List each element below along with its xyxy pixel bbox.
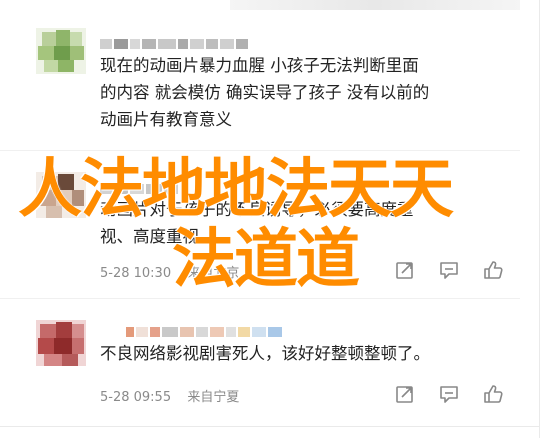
comment-icon[interactable] [438,259,460,281]
divider [0,298,520,299]
share-icon[interactable] [394,259,416,281]
username-blurred[interactable] [100,33,250,49]
comment-line: 的内容 就会模仿 确实误导了孩子 没有以前的 [100,83,430,102]
thumbs-up-icon[interactable] [482,383,504,405]
right-border [539,0,540,438]
avatar[interactable] [36,28,86,74]
comment-location: 来自宁夏 [187,390,240,405]
top-blur [230,0,520,10]
share-icon[interactable] [394,383,416,405]
username-blurred[interactable] [126,321,284,337]
thumbs-up-icon[interactable] [482,259,504,281]
divider [0,150,520,151]
comment-date: 5-28 09:55 [100,390,172,405]
comment-icon[interactable] [438,383,460,405]
comment-text: 不良网络影视剧害死人，该好好整顿整顿了。 [100,340,520,367]
comment-date: 5-28 10:30 [100,266,172,281]
avatar[interactable] [36,320,86,366]
bottom-border [0,426,540,427]
comment-meta: 5-28 09:55 来自宁夏 [100,386,239,405]
comment-text: 现在的动画片暴力血腥 小孩子无法判断里面 的内容 就会模仿 确实误导了孩子 没有… [100,52,520,133]
comment-line: 动画片有教育意义 [100,110,232,129]
watermark-overlay-line1: 人法地地法天天 [18,153,454,227]
comment-line: 不良网络影视剧害死人，该好好整顿整顿了。 [100,344,430,363]
watermark-overlay-line2: 法道道 [172,223,360,297]
comment-line: 现在的动画片暴力血腥 小孩子无法判断里面 [100,56,419,75]
